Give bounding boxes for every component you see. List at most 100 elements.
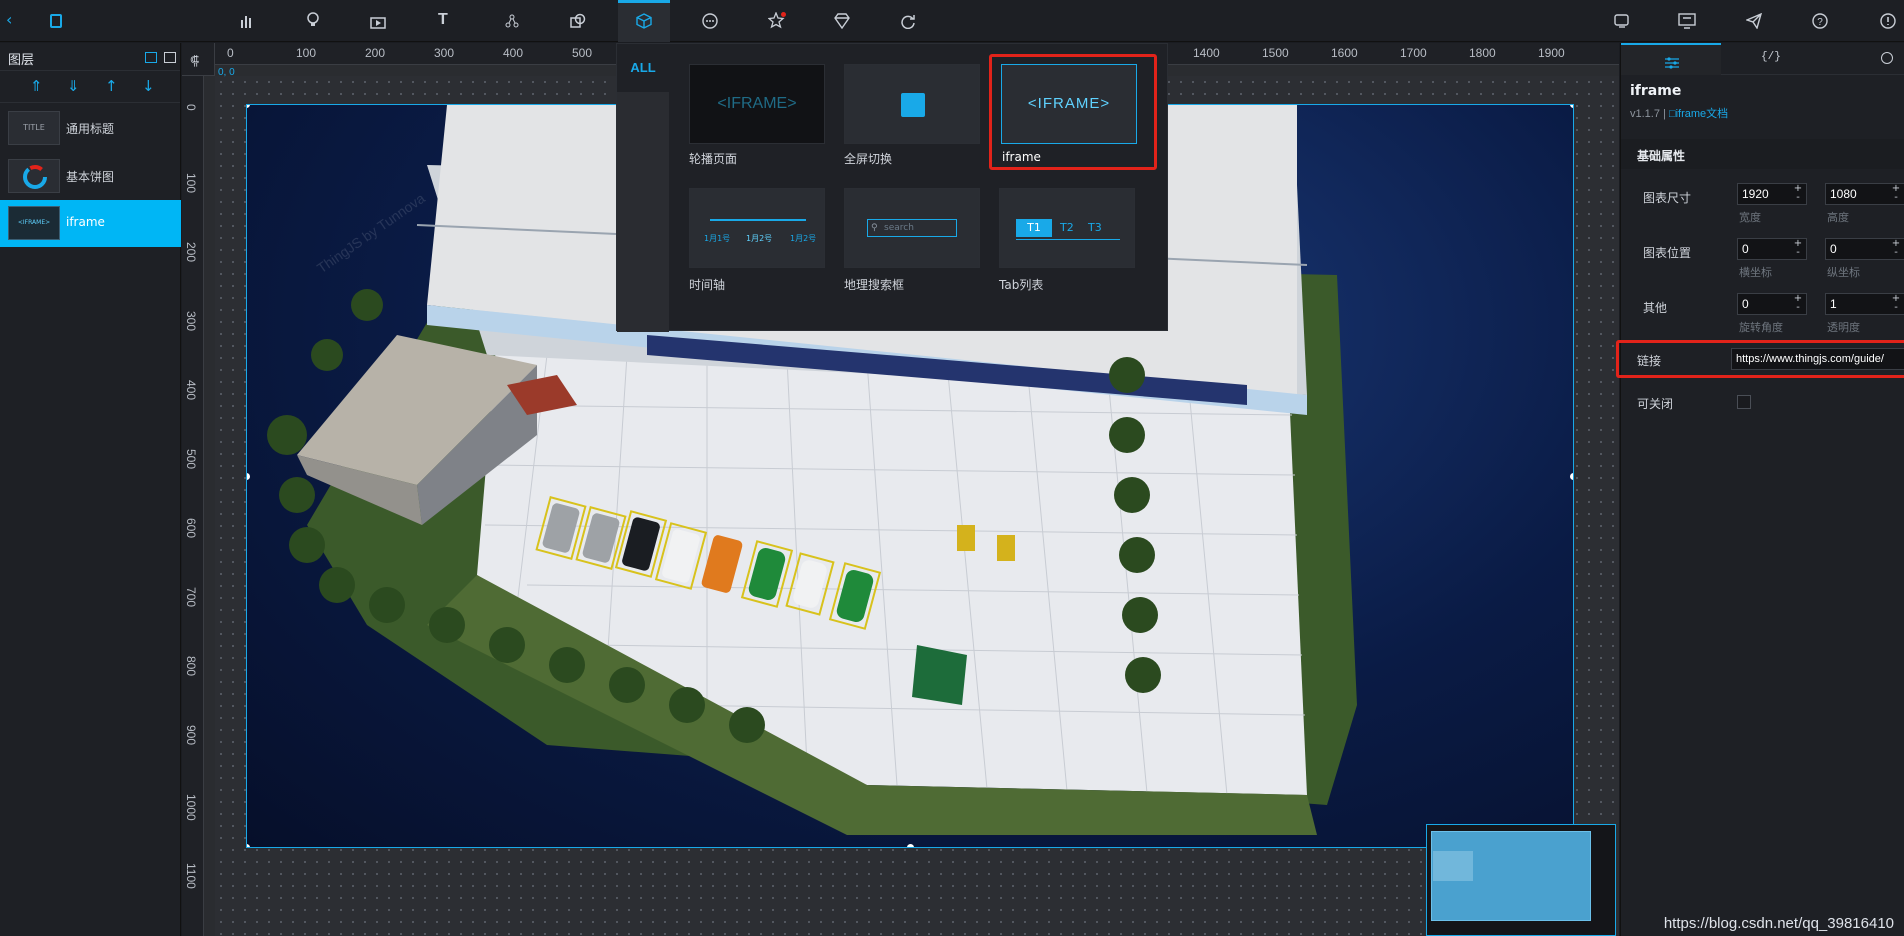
height-stepper[interactable]: + - <box>1889 184 1903 204</box>
publish-icon[interactable] <box>1745 12 1763 30</box>
ruler-v-label: 1000 <box>184 794 198 821</box>
layer-label: 基本饼图 <box>66 170 115 184</box>
ruler-v-label: 0 <box>184 104 198 111</box>
ruler-h-label: 1600 <box>1331 46 1358 60</box>
cube-tool-tab[interactable] <box>618 0 670 42</box>
palette-item-label: iframe <box>1002 150 1041 164</box>
more-icon[interactable] <box>702 13 718 29</box>
tab-code[interactable]: {/} <box>1721 43 1821 75</box>
watermark-text: https://blog.csdn.net/qq_39816410 <box>1663 915 1894 932</box>
ruler-v-label: 1100 <box>184 863 198 889</box>
tablist-preview: T1 T2 T3 <box>999 188 1135 268</box>
geosearch-placeholder: search <box>884 223 914 233</box>
tab-interaction[interactable] <box>1821 43 1904 75</box>
selection-handle[interactable] <box>1570 473 1573 480</box>
origin-label: 0, 0 <box>218 67 235 78</box>
fullscreen-icon <box>901 93 925 117</box>
link-input[interactable]: https://www.thingjs.com/guide/ <box>1731 348 1904 370</box>
save-icon[interactable] <box>50 14 62 28</box>
refresh-icon[interactable] <box>900 13 916 30</box>
x-stepper[interactable]: + - <box>1791 239 1805 259</box>
layer-item[interactable]: 基本饼图 <box>0 153 181 199</box>
carousel-preview: <IFRAME> <box>689 64 825 144</box>
monitor-icon[interactable] <box>1678 13 1696 29</box>
y-stepper[interactable]: + - <box>1889 239 1903 259</box>
tab-style[interactable] <box>1621 43 1721 75</box>
layer-label: iframe <box>66 215 105 229</box>
selection-handle[interactable] <box>907 844 914 847</box>
palette-tab-all[interactable]: ALL <box>617 44 669 92</box>
shape-icon[interactable] <box>570 13 586 29</box>
code-icon: {/} <box>1761 51 1781 63</box>
width-stepper[interactable]: + - <box>1791 184 1805 204</box>
star-icon[interactable] <box>767 11 786 30</box>
layout-toggle-icon[interactable] <box>145 52 157 63</box>
palette-item-iframe[interactable]: <IFRAME> iframe <box>989 54 1157 170</box>
prop-row-link: 链接 https://www.thingjs.com/guide/ <box>1616 340 1904 378</box>
selection-handle[interactable] <box>247 844 250 847</box>
move-bottom-icon[interactable]: ⇓ <box>67 79 80 94</box>
ruler-h-label: 1900 <box>1538 46 1565 60</box>
selection-handle[interactable] <box>1570 105 1573 108</box>
timeline-line <box>710 219 806 221</box>
prop-label: 其他 <box>1643 301 1668 315</box>
minimap[interactable] <box>1426 824 1616 936</box>
prop-hint: 横坐标 <box>1739 266 1772 279</box>
move-up-icon[interactable]: ↑ <box>105 79 118 94</box>
bulb-icon[interactable] <box>306 12 320 28</box>
palette-item-label: Tab列表 <box>999 278 1044 292</box>
gem-icon[interactable] <box>834 13 850 30</box>
prop-label: 图表尺寸 <box>1643 191 1692 205</box>
section-title: 基础属性 <box>1637 149 1686 163</box>
prop-label: 链接 <box>1637 354 1662 368</box>
palette-item-label: 全屏切换 <box>844 152 893 166</box>
palette-item-carousel[interactable]: <IFRAME> 轮播页面 <box>689 64 825 166</box>
doc-link[interactable]: iframe文档 <box>1676 108 1729 120</box>
closable-checkbox[interactable] <box>1737 395 1751 409</box>
editor-app: ‹ T ? 图层 ⇑ ⇓ ↑ ↓ TITLE 通用标题 基本饼图 <IFRAME… <box>0 0 1904 936</box>
palette-item-geosearch[interactable]: ⚲ search 地理搜索框 <box>844 188 980 298</box>
help-icon[interactable]: ? <box>1812 13 1828 29</box>
palette-item-timeline[interactable]: 1月1号 1月2号 1月2号 时间轴 <box>689 188 825 298</box>
ruler-h-label: 200 <box>365 46 386 60</box>
palette-item-label: 时间轴 <box>689 278 726 292</box>
info-icon[interactable] <box>1880 13 1896 29</box>
props-version: v1.1.7 <box>1630 108 1660 120</box>
props-tabs: {/} <box>1621 43 1904 75</box>
ruler-corner[interactable]: ⸿ <box>182 43 215 76</box>
layer-item-selected[interactable]: <IFRAME> iframe <box>0 200 181 247</box>
ruler-h-label: 500 <box>572 46 593 60</box>
ruler-h-label: 1700 <box>1400 46 1427 60</box>
move-top-icon[interactable]: ⇑ <box>30 79 43 94</box>
ruler-h-label: 300 <box>434 46 455 60</box>
text-icon[interactable]: T <box>438 11 454 29</box>
preview-icon[interactable] <box>1614 13 1630 29</box>
rotation-stepper[interactable]: + - <box>1791 294 1805 314</box>
chart-icon[interactable] <box>240 13 254 28</box>
palette-item-label: 轮播页面 <box>689 152 738 166</box>
ruler-h-label: 100 <box>296 46 317 60</box>
media-icon[interactable] <box>370 14 386 29</box>
ruler-h-label: 1400 <box>1193 46 1220 60</box>
list-toggle-icon[interactable] <box>164 52 176 63</box>
top-toolbar: ‹ T ? <box>0 0 1904 42</box>
timeline-label: 1月2号 <box>790 234 817 243</box>
ruler-v-label: 200 <box>184 242 198 263</box>
relation-icon[interactable] <box>504 13 520 29</box>
props-version-line: v1.1.7 | □iframe文档 <box>1630 105 1728 121</box>
iframe-preview: <IFRAME> <box>1001 64 1137 144</box>
layer-panel-header: 图层 <box>0 43 180 71</box>
layer-item[interactable]: TITLE 通用标题 <box>0 105 181 151</box>
ruler-v-label: 100 <box>184 173 198 194</box>
section-header[interactable]: 基础属性 <box>1621 139 1904 169</box>
ruler-vertical: 0 100 200 300 400 500 600 700 800 900 1000 1100 <box>182 76 204 936</box>
palette-sidebar-rest <box>617 92 669 332</box>
back-icon[interactable]: ‹ <box>6 12 22 28</box>
palette-item-tablist[interactable]: T1 T2 T3 Tab列表 <box>999 188 1135 298</box>
prop-label: 图表位置 <box>1643 246 1692 260</box>
move-down-icon[interactable]: ↓ <box>142 79 155 94</box>
palette-item-fullscreen[interactable]: 全屏切换 <box>844 64 980 166</box>
palette-sidebar: ALL <box>617 44 669 332</box>
opacity-stepper[interactable]: + - <box>1889 294 1903 314</box>
props-title: iframe <box>1630 83 1682 99</box>
